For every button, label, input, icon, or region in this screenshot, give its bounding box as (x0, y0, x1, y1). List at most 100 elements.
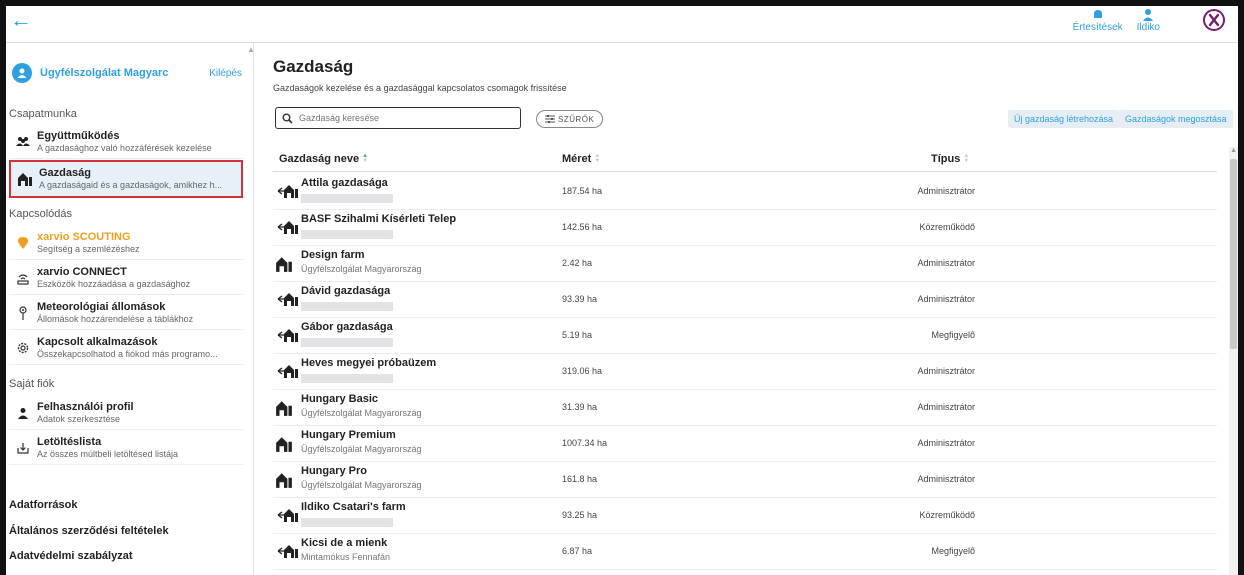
table-row[interactable]: Gábor gazdasága 5.19 ha Megfigyelő (273, 317, 1217, 354)
page-subtitle: Gazdaságok kezelése és a gazdasággal kap… (273, 83, 567, 93)
farm-icon (276, 401, 292, 416)
farm-name: Heves megyei próbaüzem (301, 357, 437, 369)
farm-role: Közreműködő (919, 222, 975, 232)
section-own-account: Saját fiók (9, 378, 55, 390)
table-row[interactable]: Heves megyei próbaüzem 319.06 ha Adminiszt… (273, 353, 1217, 390)
farm-name: Design farm (301, 249, 365, 261)
farm-role: Adminisztrátor (917, 186, 975, 196)
shared-farm-icon (277, 329, 298, 342)
table-row[interactable]: Ildiko Csatari's farm 93.25 ha Közreműködő (273, 497, 1217, 534)
farm-role: Adminisztrátor (917, 438, 975, 448)
column-header-name[interactable]: Gazdaság neve ▲ ▼ (279, 153, 368, 165)
data-sources-link[interactable]: Adatforrások (9, 499, 77, 511)
search-field[interactable] (275, 107, 521, 129)
farm-name: Dávid gazdasága (301, 285, 391, 297)
sidebar-item-label: Együttműködés (37, 129, 120, 142)
farm-role: Adminisztrátor (917, 366, 975, 376)
farm-owner: Ügyfélszolgálat Magyarország (301, 444, 422, 454)
sidebar-item-connect[interactable]: xarvio CONNECT Eszközök hozzáadása a gazd… (9, 261, 243, 295)
farm-name: Attila gazdasága (301, 177, 388, 189)
table-row[interactable]: Hungary Pro Ügyfélszolgálat Magyarország 1… (273, 461, 1217, 498)
farm-name: Gábor gazdasága (301, 321, 393, 333)
farm-size: 1007.34 ha (562, 438, 608, 448)
section-connection: Kapcsolódás (9, 208, 72, 220)
sidebar-item-collaboration[interactable]: Együttműködés A gazdasághoz való hozzáfér… (9, 125, 243, 159)
notifications-button[interactable]: Értesítések (1073, 8, 1123, 33)
search-icon (282, 113, 293, 124)
sidebar-item-label: Gazdaság (39, 167, 91, 179)
sidebar-item-downloads[interactable]: Letöltéslista Az összes múltbeli letöltés… (9, 431, 243, 465)
main-content: Gazdaság Gazdaságok kezelése és a gazdas… (259, 43, 1238, 575)
back-arrow-icon[interactable]: ← (10, 9, 32, 32)
search-input[interactable] (297, 112, 511, 124)
sidebar-item-weather-stations[interactable]: Meteorológiai állomások Állomások hozzáre… (9, 296, 243, 330)
farm-owner: Ügyfélszolgálat Magyarország (301, 480, 422, 490)
table-row[interactable]: BASF Szihalmi Kísérleti Telep 142.56 ha Kö… (273, 209, 1217, 246)
sidebar-item-desc: A gazdasághoz való hozzáférések kezelése (37, 142, 212, 153)
new-farm-button[interactable]: Új gazdaság létrehozása (1008, 110, 1120, 128)
farm-name: Hungary Premium (301, 429, 396, 441)
column-label: Gazdaság neve (279, 153, 360, 165)
gear-icon (17, 342, 29, 353)
table-scrollbar-thumb[interactable] (1230, 159, 1237, 349)
column-header-size[interactable]: Méret ▲ ▼ (562, 153, 600, 165)
farm-size: 319.06 ha (562, 366, 603, 376)
logout-link[interactable]: Kilépés (209, 68, 242, 79)
table-row[interactable]: Kicsi de a mienk Mintamókus Fennafán 6.87 … (273, 533, 1217, 570)
table-header: Gazdaság neve ▲ ▼ Méret ▲ ▼ Típus ▲ ▼ (273, 147, 1217, 172)
bell-icon (1093, 10, 1102, 18)
terms-link[interactable]: Általános szerződési feltételek (9, 525, 169, 537)
xarvio-logo-icon[interactable] (1202, 8, 1226, 32)
farm-name: Kicsi de a mienk (301, 537, 388, 549)
sidebar-item-user-profile[interactable]: Felhasználói profil Adatok szerkesztése (9, 396, 243, 430)
sort-asc-icon: ▲ ▼ (362, 153, 369, 164)
farm-icon (276, 437, 292, 452)
column-label: Típus (931, 153, 961, 165)
weather-station-icon (19, 305, 27, 320)
sidebar-scroll-up-icon[interactable]: ▲ (247, 45, 255, 54)
section-teamwork: Csapatmunka (9, 108, 77, 120)
share-farms-button[interactable]: Gazdaságok megosztása (1119, 110, 1233, 128)
redacted-owner (301, 230, 393, 239)
redacted-owner (301, 302, 393, 311)
user-label: Ildiko (1136, 22, 1160, 33)
sidebar-item-farm[interactable]: Gazdaság A gazdaságaid és a gazdaságok, a… (9, 160, 243, 198)
farm-size: 187.54 ha (562, 186, 603, 196)
redacted-owner (301, 338, 393, 347)
farm-owner: Ügyfélszolgálat Magyarország (301, 264, 422, 274)
sidebar-item-desc: Segítség a szemlézéshez (37, 243, 140, 254)
user-name[interactable]: Ügyfélszolgálat Magyarc (40, 67, 170, 79)
table-row[interactable]: Dávid gazdasága 93.39 ha Adminisztrátor (273, 281, 1217, 318)
team-icon (16, 136, 30, 146)
sidebar-item-label: Meteorológiai állomások (37, 300, 166, 313)
filter-label: SZŰRŐK (558, 114, 595, 124)
column-label: Méret (562, 153, 592, 165)
farm-name: Hungary Basic (301, 393, 379, 405)
sidebar-item-label: Kapcsolt alkalmazások (37, 335, 158, 348)
farm-size: 2.42 ha (562, 258, 593, 268)
page-title: Gazdaság (273, 57, 354, 76)
farm-size: 31.39 ha (562, 402, 598, 412)
table-scroll-up-icon[interactable]: ▲ (1230, 147, 1237, 154)
redacted-owner (301, 518, 393, 527)
sidebar-item-scouting[interactable]: xarvio SCOUTING Segítség a szemlézéshez (9, 226, 243, 260)
scouting-pin-icon (18, 236, 28, 249)
farm-role: Adminisztrátor (917, 402, 975, 412)
sidebar-item-desc: Állomások hozzárendelése a táblákhoz (37, 313, 194, 324)
table-row[interactable]: Attila gazdasága 187.54 ha Adminisztrátor (273, 173, 1217, 210)
table-row[interactable]: Hungary Basic Ügyfélszolgálat Magyarorszá… (273, 389, 1217, 426)
table-row[interactable]: Design farm Ügyfélszolgálat Magyarország 2… (273, 245, 1217, 282)
farm-name: Hungary Pro (301, 465, 368, 477)
table-row[interactable]: Hungary Premium Ügyfélszolgálat Magyarors… (273, 425, 1217, 462)
user-menu-button[interactable]: Ildiko (1137, 8, 1160, 33)
privacy-policy-link[interactable]: Adatvédelmi szabályzat (9, 550, 133, 562)
filter-button[interactable]: SZŰRŐK (536, 110, 604, 128)
sidebar-item-connected-apps[interactable]: Kapcsolt alkalmazások Összekapcsolhatod a… (9, 331, 243, 365)
sidebar-item-desc: Összekapcsolhatod a fiókod más programo.… (37, 348, 218, 359)
farm-role: Adminisztrátor (917, 294, 975, 304)
connect-icon (17, 273, 29, 285)
column-header-type[interactable]: Típus ▲ ▼ (931, 153, 969, 165)
redacted-owner (301, 374, 393, 383)
user-icon (1143, 9, 1154, 21)
avatar[interactable] (12, 63, 32, 83)
